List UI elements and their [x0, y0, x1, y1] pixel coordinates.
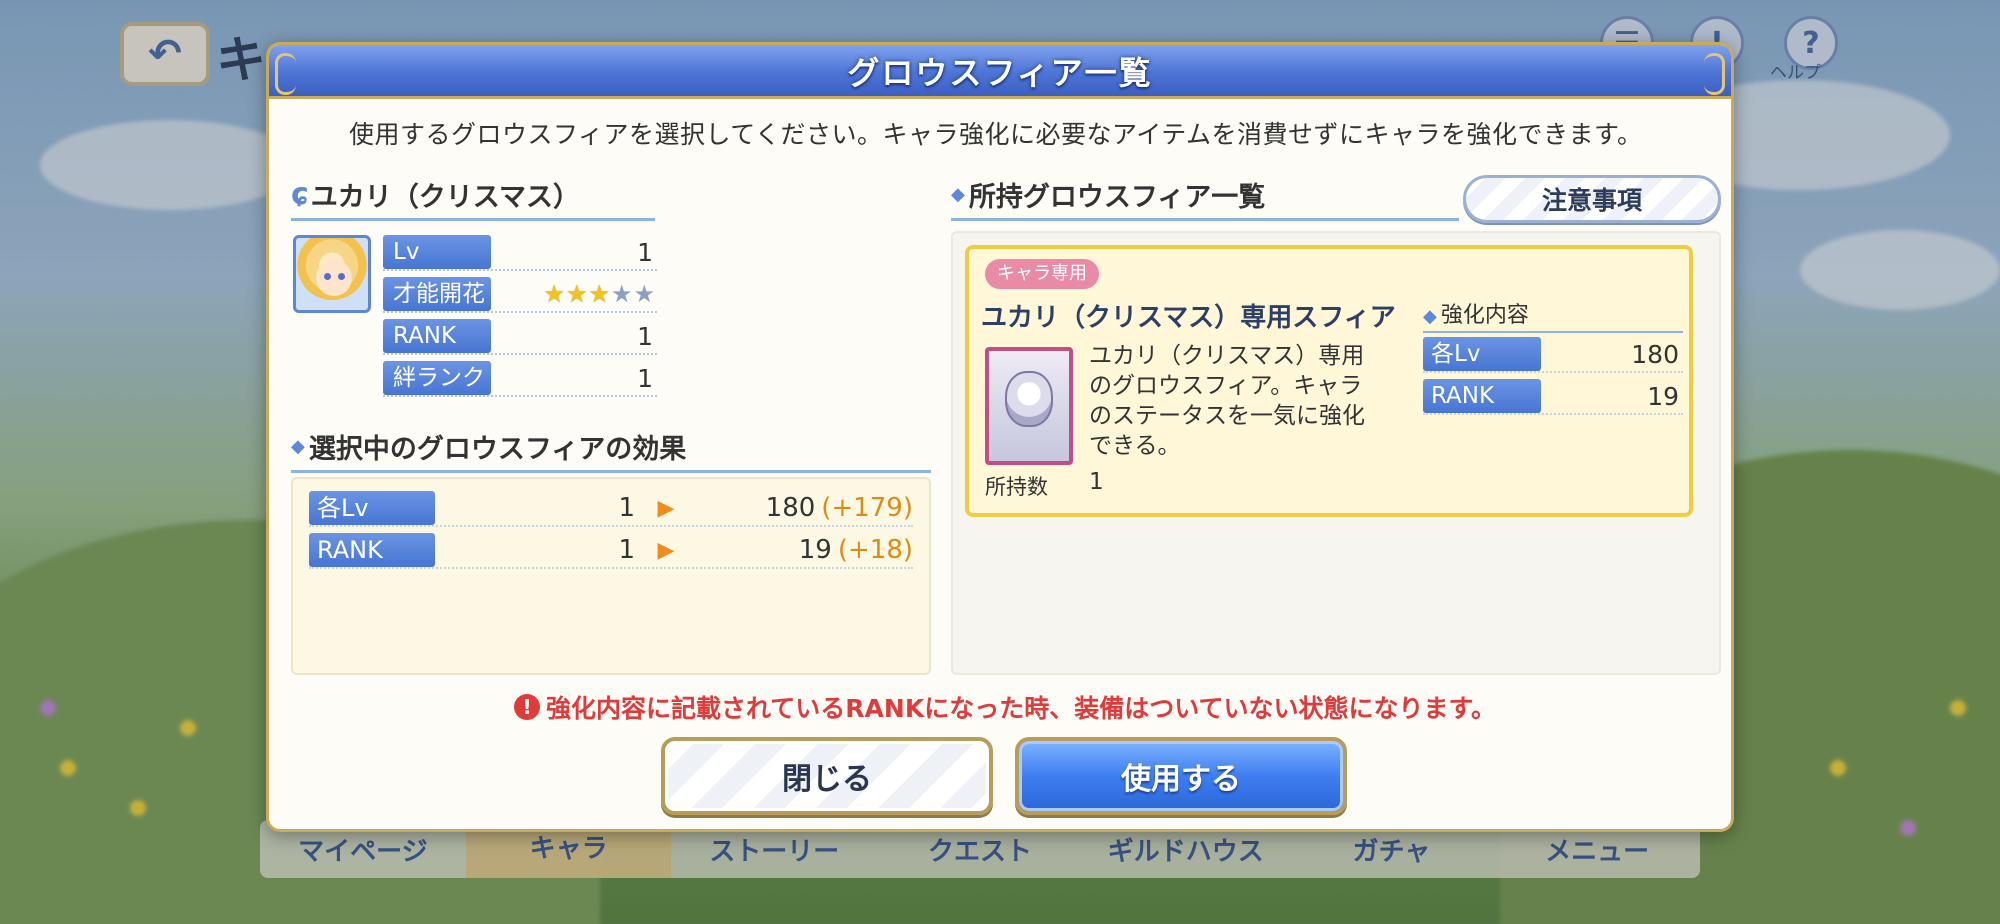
effect-row-rank: RANK 1 ▶ 19 (+18) — [309, 533, 913, 569]
effect-row-level: 各Lv 1 ▶ 180 (+179) — [309, 491, 913, 527]
effect-heading: ◆ 選択中のグロウスフィアの効果 — [291, 427, 931, 473]
star-empty-icon: ★ — [610, 280, 633, 308]
effect-to-value: 19 — [798, 535, 832, 565]
boost-title: 強化内容 — [1440, 303, 1529, 328]
chara-exclusive-tag: キャラ専用 — [985, 259, 1099, 289]
stat-row-rank: RANK 1 — [383, 319, 657, 355]
diamond-bullet-icon: ◆ — [291, 436, 305, 457]
boost-row-level: 各Lv 180 — [1423, 337, 1683, 373]
warning-message: ! 強化内容に記載されているRANKになった時、装備はついていない状態になります… — [475, 689, 1535, 725]
diamond-bullet-icon: ◆ — [951, 184, 965, 205]
owned-sphere-list[interactable]: キャラ専用 ユカリ（クリスマス）専用スフィア ユカリ（クリスマス）専用のグロウス… — [951, 231, 1721, 675]
effect-from-value: 1 — [618, 535, 635, 565]
close-button[interactable]: 閉じる — [661, 737, 993, 815]
sphere-description: ユカリ（クリスマス）専用のグロウスフィア。キャラのステータスを一気に強化できる。 — [1089, 343, 1365, 459]
stat-label: 絆ランク — [383, 361, 491, 395]
star-empty-icon: ★ — [633, 280, 655, 308]
owned-title: 所持グロウスフィア一覧 — [968, 182, 1266, 213]
grow-sphere-icon — [985, 347, 1073, 465]
sphere-name: ユカリ（クリスマス）専用スフィア — [981, 303, 1396, 333]
effect-to-group: 180 (+179) — [697, 493, 913, 523]
effect-title: 選択中のグロウスフィアの効果 — [308, 434, 687, 465]
dialog-header: グロウスフィア一覧 — [269, 45, 1731, 99]
stat-label: Lv — [383, 235, 491, 269]
boost-heading: ◆ 強化内容 — [1423, 297, 1683, 333]
stat-row-bond-rank: 絆ランク 1 — [383, 361, 657, 397]
owned-count-value: 1 — [1089, 469, 1104, 495]
dialog-title: グロウスフィア一覧 — [847, 53, 1153, 92]
stat-value: 1 — [637, 237, 653, 267]
stat-label: RANK — [383, 319, 491, 353]
character-name: ユカリ（クリスマス） — [310, 182, 580, 213]
star-filled-icon: ★ — [565, 280, 588, 308]
use-button[interactable]: 使用する — [1015, 737, 1347, 815]
effect-panel: 各Lv 1 ▶ 180 (+179) RANK 1 ▶ 19 (+18) — [291, 477, 931, 675]
effect-to-group: 19 (+18) — [697, 535, 913, 565]
star-filled-icon: ★ — [543, 280, 565, 308]
stat-row-level: Lv 1 — [383, 235, 657, 271]
boost-value: 19 — [1647, 381, 1679, 411]
owned-heading: ◆ 所持グロウスフィア一覧 — [951, 175, 1459, 221]
caution-button[interactable]: 注意事項 — [1463, 175, 1721, 223]
owned-count-label: 所持数 — [985, 475, 1048, 499]
boost-row-rank: RANK 19 — [1423, 379, 1683, 415]
effect-diff: (+18) — [837, 535, 913, 565]
sphere-card[interactable]: キャラ専用 ユカリ（クリスマス）専用スフィア ユカリ（クリスマス）専用のグロウス… — [965, 245, 1693, 517]
warning-icon: ! — [514, 694, 541, 720]
character-name-heading: ɕ ユカリ（クリスマス） — [291, 175, 655, 221]
effect-label: 各Lv — [309, 491, 435, 525]
arrow-right-icon: ▶ — [657, 495, 675, 521]
star-rating: ★ ★ ★ ★ ★ — [491, 282, 657, 306]
diamond-bullet-icon: ◆ — [1423, 306, 1437, 327]
effect-from-value: 1 — [618, 493, 635, 523]
boost-label: 各Lv — [1423, 337, 1541, 371]
swirl-ornament-icon: ɕ — [291, 176, 309, 212]
stat-value: 1 — [637, 363, 653, 393]
star-filled-icon: ★ — [588, 280, 610, 308]
stat-label: 才能開花 — [383, 277, 491, 311]
stat-value: 1 — [637, 321, 653, 351]
warning-text: 強化内容に記載されているRANKになった時、装備はついていない状態になります。 — [546, 694, 1496, 723]
stat-row-talent-bloom: 才能開花 ★ ★ ★ ★ ★ — [383, 277, 657, 313]
dialog-description: 使用するグロウスフィアを選択してください。キャラ強化に必要なアイテムを消費せずに… — [349, 120, 1643, 149]
effect-label: RANK — [309, 533, 435, 567]
arrow-right-icon: ▶ — [657, 537, 675, 563]
effect-diff: (+179) — [821, 493, 913, 523]
boost-value: 180 — [1631, 339, 1679, 369]
character-portrait — [293, 235, 371, 313]
grow-sphere-dialog: グロウスフィア一覧 使用するグロウスフィアを選択してください。キャラ強化に必要な… — [266, 42, 1734, 832]
effect-to-value: 180 — [765, 493, 816, 523]
boost-label: RANK — [1423, 379, 1541, 413]
